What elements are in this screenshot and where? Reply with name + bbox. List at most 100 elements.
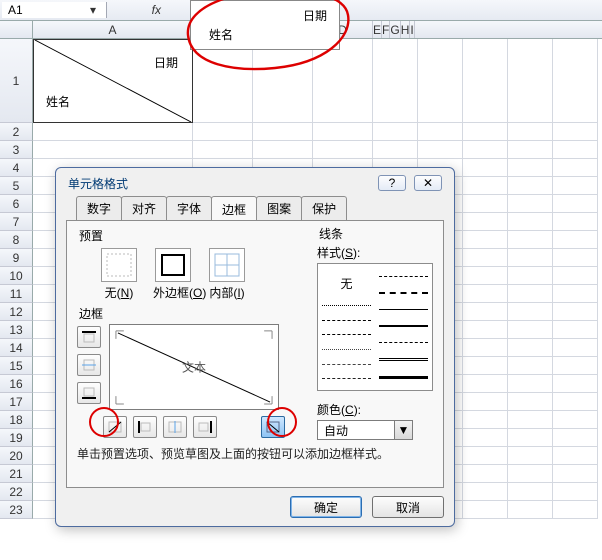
cell[interactable]: [553, 177, 598, 195]
cell[interactable]: [508, 483, 553, 501]
cell[interactable]: [463, 159, 508, 177]
line-style-option[interactable]: [379, 276, 428, 277]
cell[interactable]: [33, 141, 193, 159]
cell[interactable]: [508, 465, 553, 483]
row-header-1[interactable]: 1: [0, 39, 33, 123]
cell[interactable]: [253, 123, 313, 141]
line-style-option[interactable]: [379, 376, 428, 379]
cell[interactable]: [373, 123, 418, 141]
row-header-22[interactable]: 22: [0, 483, 33, 501]
row-header-17[interactable]: 17: [0, 393, 33, 411]
border-vertical-middle-button[interactable]: [163, 416, 187, 438]
border-right-button[interactable]: [193, 416, 217, 438]
cell[interactable]: [553, 393, 598, 411]
row-header-2[interactable]: 2: [0, 123, 33, 141]
cell[interactable]: [463, 267, 508, 285]
tab-number[interactable]: 数字: [76, 196, 122, 220]
line-style-option[interactable]: [322, 320, 371, 321]
cell[interactable]: [508, 123, 553, 141]
cell[interactable]: [553, 429, 598, 447]
cell[interactable]: [508, 141, 553, 159]
name-box-dropdown-icon[interactable]: ▾: [86, 3, 100, 17]
dialog-titlebar[interactable]: 单元格格式 ? ✕: [66, 174, 444, 196]
row-header-4[interactable]: 4: [0, 159, 33, 177]
cell[interactable]: [418, 141, 463, 159]
column-header-H[interactable]: H: [401, 21, 411, 38]
tab-align[interactable]: 对齐: [121, 196, 167, 220]
row-header-23[interactable]: 23: [0, 501, 33, 519]
border-diagonal-up-button[interactable]: [103, 416, 127, 438]
cell[interactable]: [463, 411, 508, 429]
cell[interactable]: [313, 141, 373, 159]
line-style-list[interactable]: 无: [317, 263, 433, 391]
cancel-button[interactable]: 取消: [372, 496, 444, 518]
preset-inside-button[interactable]: 内部(I): [207, 248, 247, 301]
dialog-help-button[interactable]: ?: [378, 175, 406, 191]
row-header-6[interactable]: 6: [0, 195, 33, 213]
cell[interactable]: [553, 339, 598, 357]
cell[interactable]: [508, 357, 553, 375]
cell[interactable]: [463, 231, 508, 249]
cell[interactable]: [463, 285, 508, 303]
column-header-E[interactable]: E: [373, 21, 382, 38]
cell[interactable]: [463, 357, 508, 375]
line-style-option[interactable]: [379, 325, 428, 327]
cell[interactable]: [418, 123, 463, 141]
ok-button[interactable]: 确定: [290, 496, 362, 518]
cell[interactable]: [463, 177, 508, 195]
cell[interactable]: [553, 447, 598, 465]
cell[interactable]: [553, 501, 598, 519]
line-style-option[interactable]: [322, 364, 371, 365]
cell[interactable]: [463, 39, 508, 123]
cell[interactable]: [508, 429, 553, 447]
cell[interactable]: [553, 483, 598, 501]
cell[interactable]: [508, 231, 553, 249]
row-header-12[interactable]: 12: [0, 303, 33, 321]
cell[interactable]: [553, 249, 598, 267]
cell[interactable]: [553, 267, 598, 285]
fx-button[interactable]: fx: [107, 0, 167, 20]
cell[interactable]: [193, 123, 253, 141]
cell[interactable]: [373, 141, 418, 159]
cell-A1[interactable]: 日期 姓名: [33, 39, 193, 123]
cell[interactable]: [463, 213, 508, 231]
line-style-option[interactable]: [379, 292, 428, 294]
cell[interactable]: [553, 357, 598, 375]
row-header-14[interactable]: 14: [0, 339, 33, 357]
border-bottom-button[interactable]: [77, 382, 101, 404]
cell[interactable]: [463, 501, 508, 519]
cell[interactable]: [508, 213, 553, 231]
border-top-button[interactable]: [77, 326, 101, 348]
cell[interactable]: [508, 375, 553, 393]
cell[interactable]: [553, 321, 598, 339]
tab-pattern[interactable]: 图案: [256, 196, 302, 220]
cell[interactable]: [463, 483, 508, 501]
column-header-I[interactable]: I: [410, 21, 414, 38]
border-horizontal-middle-button[interactable]: [77, 354, 101, 376]
cell[interactable]: [508, 501, 553, 519]
cell[interactable]: [553, 123, 598, 141]
cell[interactable]: [508, 267, 553, 285]
cell[interactable]: [508, 411, 553, 429]
cell[interactable]: [33, 123, 193, 141]
row-header-3[interactable]: 3: [0, 141, 33, 159]
tab-font[interactable]: 字体: [166, 196, 212, 220]
line-style-option[interactable]: [322, 378, 371, 379]
select-all-corner[interactable]: [0, 21, 33, 38]
cell[interactable]: [418, 39, 463, 123]
cell[interactable]: [463, 321, 508, 339]
cell[interactable]: [553, 303, 598, 321]
row-header-21[interactable]: 21: [0, 465, 33, 483]
cell[interactable]: [463, 303, 508, 321]
cell[interactable]: [463, 447, 508, 465]
line-style-option[interactable]: [379, 309, 428, 310]
cell[interactable]: [553, 285, 598, 303]
line-style-option[interactable]: [379, 342, 428, 343]
cell[interactable]: [508, 177, 553, 195]
row-header-15[interactable]: 15: [0, 357, 33, 375]
preset-outline-button[interactable]: 外边框(O): [153, 248, 193, 301]
cell[interactable]: [253, 39, 313, 123]
cell[interactable]: [508, 447, 553, 465]
cell[interactable]: [193, 141, 253, 159]
row-header-9[interactable]: 9: [0, 249, 33, 267]
